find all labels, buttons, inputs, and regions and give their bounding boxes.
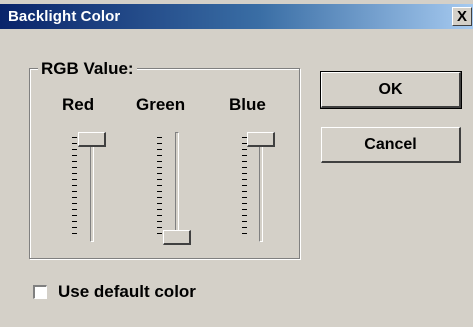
window-title: Backlight Color [8, 8, 121, 25]
blue-label: Blue [229, 95, 266, 114]
green-slider-ticks [157, 137, 162, 238]
close-button[interactable]: X [452, 7, 472, 26]
red-slider-thumb[interactable] [78, 132, 106, 147]
red-label: Red [62, 95, 95, 114]
blue-slider-track[interactable] [259, 137, 263, 242]
green-label: Green [136, 95, 186, 114]
red-slider-ticks [72, 137, 77, 238]
green-slider-track[interactable] [175, 132, 179, 240]
ok-button[interactable]: OK [320, 71, 462, 109]
title-bar: Backlight Color X [0, 4, 473, 29]
cancel-button[interactable]: Cancel [321, 127, 461, 163]
rgb-value-label: RGB Value: [38, 59, 137, 79]
red-slider-track[interactable] [90, 137, 94, 242]
use-default-color-checkbox[interactable] [33, 285, 47, 299]
blue-slider-thumb[interactable] [247, 132, 275, 147]
blue-slider-ticks [242, 137, 247, 238]
green-slider-thumb[interactable] [163, 230, 191, 245]
backlight-color-dialog: Backlight Color X RGB Value: Red Green B… [0, 0, 473, 327]
use-default-color-label[interactable]: Use default color [58, 282, 196, 302]
